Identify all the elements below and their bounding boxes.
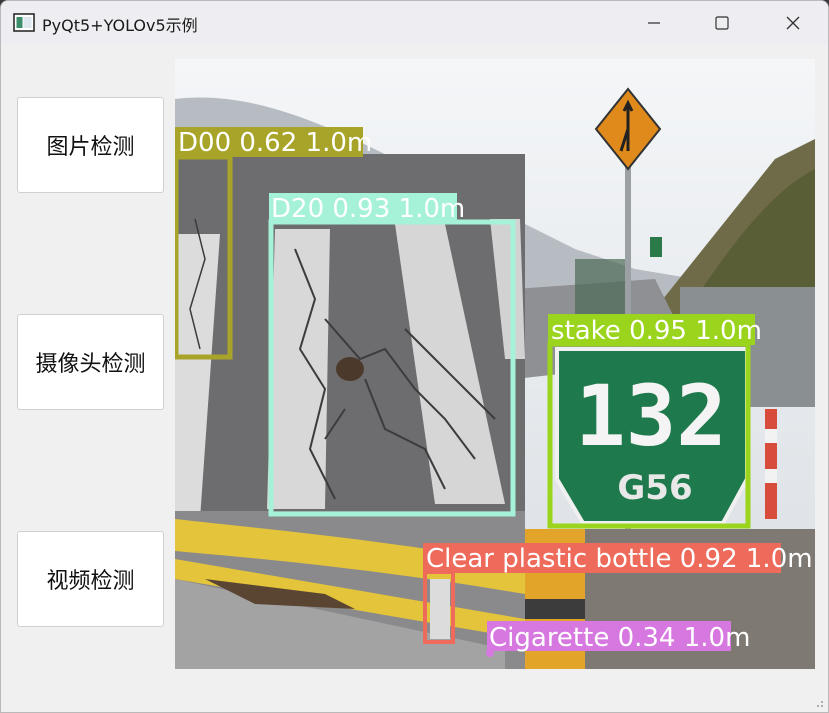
minimize-button[interactable] [631,1,677,45]
crosswalk-stripe [267,229,330,509]
close-button[interactable] [770,1,816,45]
resize-grip-icon[interactable] [812,696,824,708]
detection-image-viewer: 132 G56 D00 0.62 1.0m D20 0.93 1.0m stak… [175,59,815,669]
maximize-button[interactable] [699,1,745,45]
title-bar[interactable]: PyQt5+YOLOv5示例 [1,1,828,45]
sign-number: 132 [575,367,727,465]
camera-detect-button[interactable]: 摄像头检测 [17,314,164,410]
plastic-bottle [430,579,450,639]
maximize-icon [715,16,729,30]
app-window: PyQt5+YOLOv5示例 图片检测 摄像头检测 视频检测 132 G56 D… [0,0,829,713]
close-icon [786,16,800,30]
pothole [336,357,364,381]
label-d00: D00 0.62 1.0m [178,128,372,158]
minimize-icon [648,22,660,24]
detection-image: 132 G56 D00 0.62 1.0m D20 0.93 1.0m stak… [175,59,815,669]
sign-code: G56 [617,468,692,508]
label-stake: stake 0.95 1.0m [551,316,762,346]
app-icon [13,13,35,32]
label-cigarette: Cigarette 0.34 1.0m [489,623,750,653]
video-detect-button[interactable]: 视频检测 [17,531,164,627]
image-detect-button[interactable]: 图片检测 [17,97,164,193]
window-title: PyQt5+YOLOv5示例 [42,16,198,35]
label-bottle: Clear plastic bottle 0.92 1.0m [426,544,813,574]
label-d20: D20 0.93 1.0m [271,194,465,224]
